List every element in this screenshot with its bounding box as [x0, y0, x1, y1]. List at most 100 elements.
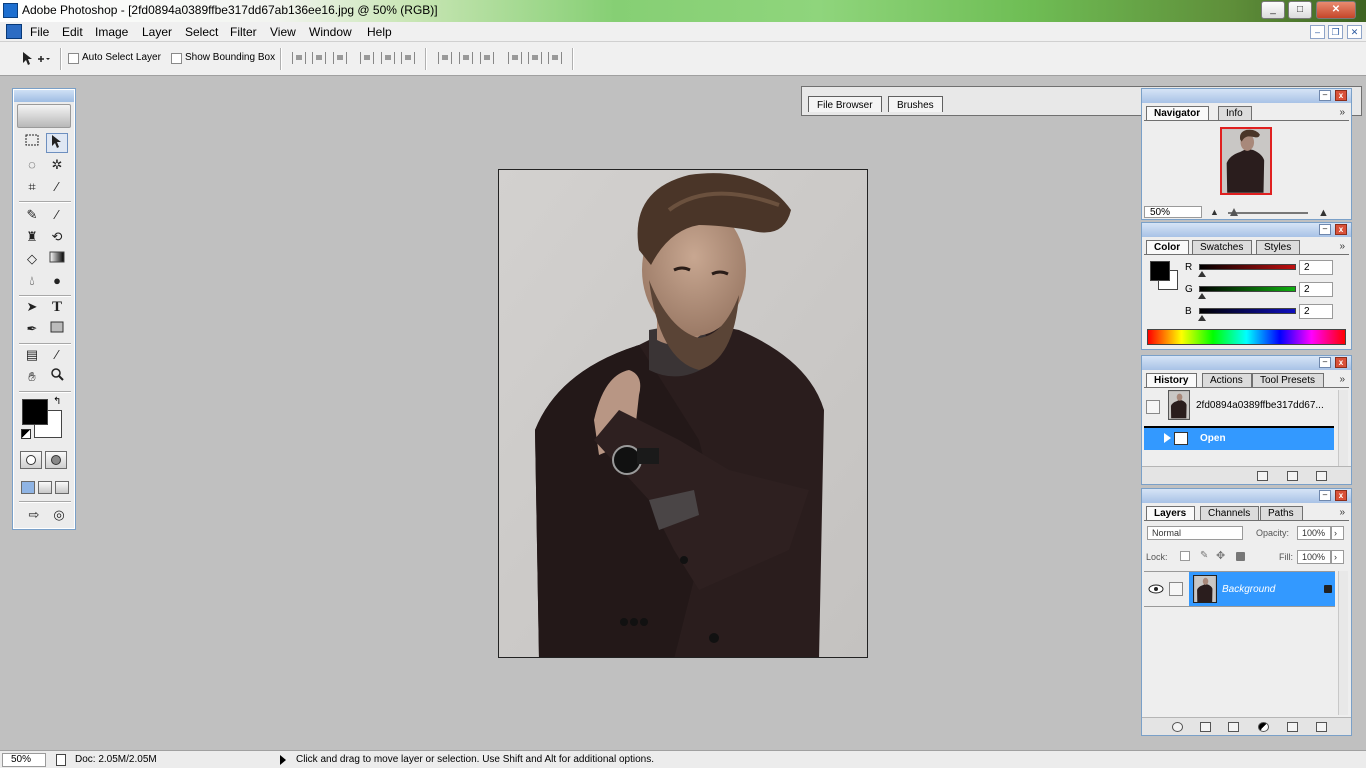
red-channel-slider[interactable] — [1199, 264, 1296, 270]
navigator-zoom-field[interactable]: 50% — [1144, 206, 1202, 218]
history-brush-tool-icon[interactable]: ⟲ — [46, 227, 68, 247]
move-tool-icon[interactable] — [46, 133, 68, 153]
adobe-online-icon[interactable] — [17, 104, 71, 128]
new-document-from-state-icon[interactable] — [1257, 471, 1268, 481]
new-layer-icon[interactable] — [1287, 722, 1298, 732]
align-bottom-icon[interactable] — [333, 52, 347, 64]
menu-help[interactable]: Help — [367, 25, 392, 39]
menu-filter[interactable]: Filter — [230, 25, 257, 39]
dodge-tool-icon[interactable]: ● — [46, 271, 68, 291]
panel-minimize-button[interactable]: – — [1319, 224, 1331, 235]
blend-mode-select[interactable]: Normal — [1147, 526, 1243, 540]
eraser-tool-icon[interactable]: ◇ — [21, 249, 43, 269]
lasso-tool-icon[interactable]: ◌ — [21, 155, 43, 175]
healing-brush-tool-icon[interactable]: ✎ — [21, 205, 43, 225]
distribute-top-icon[interactable] — [438, 52, 452, 64]
menu-select[interactable]: Select — [185, 25, 218, 39]
red-channel-marker[interactable] — [1198, 271, 1206, 277]
tab-tool-presets[interactable]: Tool Presets — [1252, 373, 1325, 387]
foreground-color-swatch[interactable] — [22, 399, 48, 425]
trash-icon[interactable] — [1316, 471, 1327, 481]
crop-tool-icon[interactable]: ⌗ — [21, 177, 43, 197]
history-snapshot-thumbnail[interactable] — [1168, 390, 1190, 420]
menu-layer[interactable]: Layer — [142, 25, 172, 39]
menu-image[interactable]: Image — [95, 25, 128, 39]
type-tool-icon[interactable]: T — [46, 297, 68, 317]
status-doc-size[interactable]: Doc: 2.05M/2.05M — [75, 754, 157, 765]
swap-colors-icon[interactable]: ↰ — [53, 396, 61, 407]
standard-screen-mode-button[interactable] — [21, 481, 35, 494]
fill-field[interactable]: 100% — [1297, 550, 1331, 564]
lock-transparent-pixels-icon[interactable] — [1180, 551, 1190, 561]
photoshop-app-icon[interactable] — [3, 3, 18, 18]
tab-swatches[interactable]: Swatches — [1192, 240, 1253, 254]
trash-icon[interactable] — [1316, 722, 1327, 732]
notes-tool-icon[interactable]: ▤ — [21, 345, 43, 365]
tab-actions[interactable]: Actions — [1202, 373, 1252, 387]
history-scrollbar[interactable] — [1338, 390, 1348, 466]
tab-paths[interactable]: Paths — [1260, 506, 1303, 520]
hand-tool-icon[interactable]: ✋︎ — [21, 367, 43, 387]
menu-view[interactable]: View — [270, 25, 296, 39]
color-spectrum-ramp[interactable] — [1147, 329, 1346, 345]
fill-arrow-icon[interactable]: › — [1331, 550, 1344, 564]
full-screen-menu-mode-button[interactable] — [38, 481, 52, 494]
distribute-horizontal-center-icon[interactable] — [528, 52, 542, 64]
tab-file-browser[interactable]: File Browser — [808, 96, 882, 112]
align-vertical-center-icon[interactable] — [312, 52, 326, 64]
document-canvas[interactable] — [498, 169, 868, 658]
quick-mask-mode-button[interactable] — [45, 451, 67, 469]
new-snapshot-icon[interactable] — [1287, 471, 1298, 481]
eyedropper-tool-icon[interactable]: ⁄ — [46, 345, 68, 365]
doc-restore-button[interactable]: ❐ — [1328, 25, 1343, 39]
lock-all-icon[interactable] — [1236, 552, 1245, 561]
history-snapshot-label[interactable]: 2fd0894a0389ffbe317dd67... — [1196, 400, 1331, 411]
panel-menu-icon[interactable]: » — [1339, 107, 1345, 118]
navigator-zoom-slider-knob[interactable] — [1230, 208, 1238, 216]
doc-minimize-button[interactable]: – — [1310, 25, 1325, 39]
blue-channel-value[interactable]: 2 — [1299, 304, 1333, 319]
blue-channel-marker[interactable] — [1198, 315, 1206, 321]
tab-channels[interactable]: Channels — [1200, 506, 1260, 520]
minimize-button[interactable]: _ — [1261, 1, 1285, 19]
eye-icon[interactable] — [1148, 583, 1164, 595]
blue-channel-slider[interactable] — [1199, 308, 1296, 314]
tab-navigator[interactable]: Navigator — [1146, 106, 1210, 121]
new-layer-set-icon[interactable] — [1228, 722, 1239, 732]
toolbox-title-bar[interactable] — [14, 90, 74, 102]
slice-tool-icon[interactable]: ⁄ — [46, 177, 68, 197]
panel-close-button[interactable]: x — [1335, 357, 1347, 368]
opacity-field[interactable]: 100% — [1297, 526, 1331, 540]
default-colors-icon[interactable] — [21, 429, 31, 439]
history-brush-source-icon[interactable] — [1146, 400, 1160, 414]
distribute-bottom-icon[interactable] — [480, 52, 494, 64]
jump-to-imageready-icon[interactable]: ⇨ — [20, 505, 48, 525]
imageready-icon[interactable]: ◎ — [48, 505, 70, 525]
tab-styles[interactable]: Styles — [1256, 240, 1301, 254]
panel-minimize-button[interactable]: – — [1319, 357, 1331, 368]
align-right-icon[interactable] — [401, 52, 415, 64]
tab-history[interactable]: History — [1146, 373, 1198, 388]
brush-tool-icon[interactable]: ∕ — [46, 205, 68, 225]
zoom-tool-icon[interactable] — [46, 367, 68, 387]
lock-image-pixels-icon[interactable]: ✎ — [1200, 551, 1210, 561]
document-info-icon[interactable] — [56, 754, 66, 766]
history-state-slider-icon[interactable] — [1164, 433, 1171, 443]
navigator-thumbnail[interactable] — [1220, 127, 1272, 195]
panel-close-button[interactable]: x — [1335, 490, 1347, 501]
distribute-right-icon[interactable] — [548, 52, 562, 64]
navigator-zoom-slider[interactable] — [1228, 212, 1308, 214]
rectangle-tool-icon[interactable] — [46, 319, 68, 339]
rectangular-marquee-tool-icon[interactable] — [21, 133, 43, 153]
green-channel-slider[interactable] — [1199, 286, 1296, 292]
layer-thumbnail[interactable] — [1193, 575, 1217, 603]
menu-file[interactable]: File — [30, 25, 49, 39]
green-channel-value[interactable]: 2 — [1299, 282, 1333, 297]
status-menu-arrow-icon[interactable] — [280, 755, 286, 765]
green-channel-marker[interactable] — [1198, 293, 1206, 299]
clone-stamp-tool-icon[interactable]: ♜ — [21, 227, 43, 247]
standard-mode-button[interactable] — [20, 451, 42, 469]
gradient-tool-icon[interactable] — [46, 249, 68, 269]
panel-menu-icon[interactable]: » — [1339, 374, 1345, 385]
full-screen-mode-button[interactable] — [55, 481, 69, 494]
